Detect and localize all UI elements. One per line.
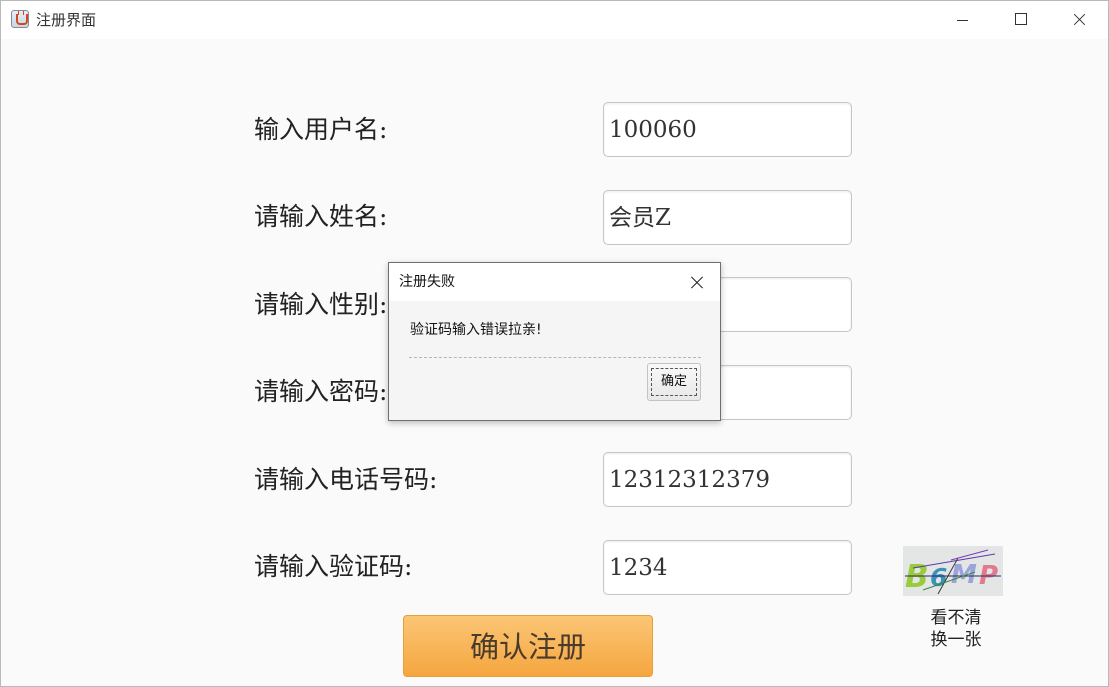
captcha-hint-line1: 看不清 xyxy=(930,608,982,628)
username-value: 100060 xyxy=(609,117,697,143)
error-dialog: 注册失败 验证码输入错误拉亲! 确定 xyxy=(388,262,721,421)
phone-value: 12312312379 xyxy=(609,467,770,493)
captcha-graphic: B 6 M P xyxy=(903,546,1003,596)
minimize-icon[interactable] xyxy=(933,1,991,39)
confirm-register-label: 确认注册 xyxy=(469,630,586,664)
dialog-title: 注册失败 xyxy=(399,274,455,290)
username-label: 输入用户名: xyxy=(254,115,388,144)
close-icon[interactable] xyxy=(1049,1,1107,39)
captcha-image[interactable]: B 6 M P xyxy=(903,546,1003,596)
phone-label: 请输入电话号码: xyxy=(254,465,438,494)
gender-label: 请输入性别: xyxy=(254,290,388,319)
name-label: 请输入姓名: xyxy=(254,202,388,231)
captcha-glyph: 6 xyxy=(930,563,947,592)
captcha-refresh-link[interactable]: 看不清 换一张 xyxy=(906,607,1006,651)
dialog-close-icon[interactable] xyxy=(685,271,709,295)
captcha-label: 请输入验证码: xyxy=(254,552,413,581)
captcha-field[interactable]: 1234 xyxy=(603,540,852,595)
java-cup-icon xyxy=(11,10,29,28)
phone-field[interactable]: 12312312379 xyxy=(603,452,852,507)
name-value: 会员Z xyxy=(609,205,671,231)
maximize-icon[interactable] xyxy=(991,1,1049,39)
title-bar: 注册界面 xyxy=(1,1,1108,39)
confirm-register-button[interactable]: 确认注册 xyxy=(403,615,653,677)
password-label: 请输入密码: xyxy=(254,377,388,406)
dialog-message: 验证码输入错误拉亲! xyxy=(410,322,542,338)
captcha-value: 1234 xyxy=(609,555,668,581)
ok-button-label: 确定 xyxy=(651,368,697,396)
dialog-divider xyxy=(409,357,701,358)
username-field[interactable]: 100060 xyxy=(603,102,852,157)
window-title: 注册界面 xyxy=(36,11,97,29)
name-field[interactable]: 会员Z xyxy=(603,190,852,245)
dialog-title-bar: 注册失败 xyxy=(389,263,720,301)
ok-button[interactable]: 确定 xyxy=(647,363,701,401)
captcha-hint-line2: 换一张 xyxy=(930,630,982,650)
